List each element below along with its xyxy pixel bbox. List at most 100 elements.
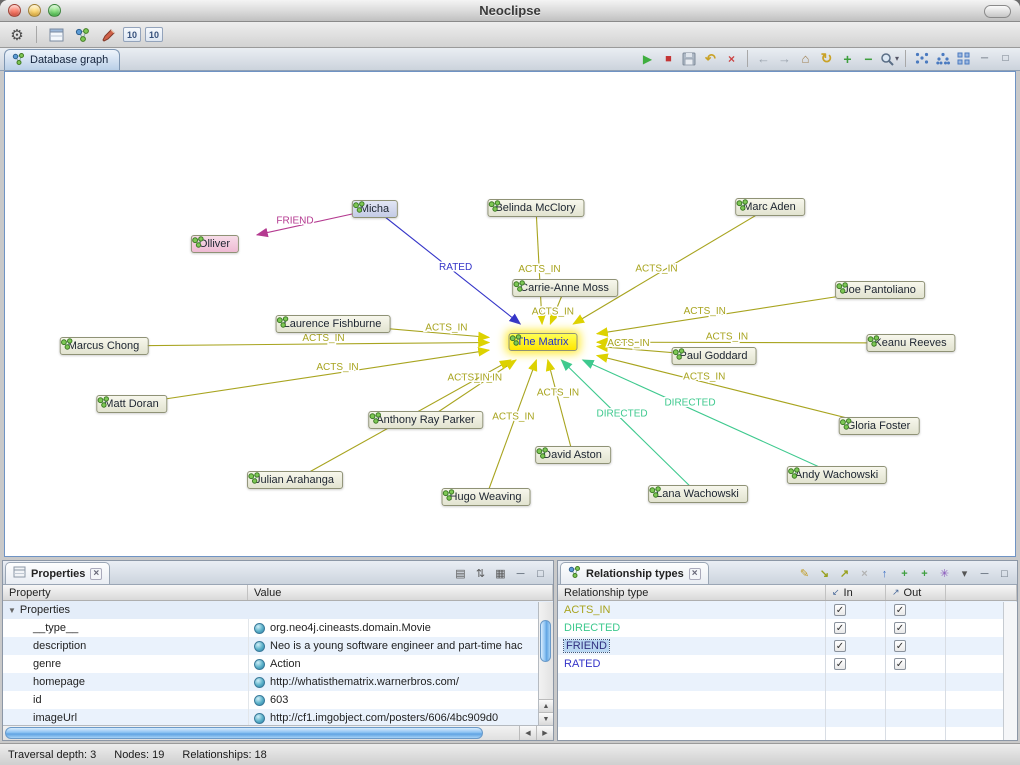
titlebar[interactable]: Neoclipse (0, 0, 1020, 22)
tree-mode-icon[interactable]: ▤ (452, 565, 469, 582)
horizontal-scrollbar[interactable]: ◀ ▶ (3, 725, 553, 740)
maximize-view-icon[interactable]: □ (996, 565, 1013, 582)
add-incoming-node-icon[interactable]: + (896, 565, 913, 582)
graph-node[interactable]: Matt Doran (96, 395, 167, 413)
property-row[interactable]: __type__org.neo4j.cineasts.domain.Movie (3, 619, 553, 637)
start-traversal-icon[interactable]: ▶ (638, 49, 657, 68)
spring-layout-icon[interactable] (912, 49, 931, 68)
graph-node[interactable]: Laurence Fishburne (276, 315, 391, 333)
column-header-in[interactable]: ↙In (826, 585, 886, 600)
checkbox[interactable]: ✓ (834, 658, 846, 670)
minimize-view-icon[interactable]: ─ (512, 565, 529, 582)
graph-node[interactable]: Belinda McClory (487, 199, 584, 217)
expander-icon[interactable]: ▼ (8, 606, 16, 615)
property-row[interactable]: id603 (3, 691, 553, 709)
column-header-relationship-type[interactable]: Relationship type (558, 585, 826, 600)
property-row[interactable]: descriptionNeo is a young software engin… (3, 637, 553, 655)
checkbox[interactable]: ✓ (894, 640, 906, 652)
graph-node[interactable]: Joe Pantoliano (835, 281, 925, 299)
column-header-out[interactable]: ↗Out (886, 585, 946, 600)
scrollbar-thumb[interactable] (5, 727, 483, 739)
graph-node[interactable]: Marc Aden (735, 198, 805, 216)
forward-icon[interactable]: → (775, 49, 794, 68)
radial-layout-icon[interactable] (954, 49, 973, 68)
column-header-value[interactable]: Value (248, 585, 553, 600)
minimize-view-icon[interactable]: ─ (976, 565, 993, 582)
relationship-row[interactable]: RATED✓✓ (558, 655, 1017, 673)
zoom-icon[interactable]: ▾ (880, 49, 899, 68)
graph-node[interactable]: Olliver (191, 235, 239, 253)
graph-node[interactable]: Andy Wachowski (787, 466, 887, 484)
launch-icon[interactable] (97, 24, 119, 46)
home-icon[interactable]: ⌂ (796, 49, 815, 68)
move-up-icon[interactable]: ↑ (876, 565, 893, 582)
relationship-row[interactable]: DIRECTED✓✓ (558, 619, 1017, 637)
scrollbar-track[interactable] (1003, 602, 1017, 740)
maximize-view-icon[interactable]: □ (996, 49, 1015, 68)
graph-node[interactable]: Lana Wachowski (648, 485, 748, 503)
graph-node[interactable]: Julian Arahanga (247, 471, 343, 489)
graph-canvas[interactable]: FRIENDRATEDACTS_INACTS_INACTS_INACTS_INA… (4, 71, 1016, 557)
close-view-icon[interactable]: × (689, 568, 701, 580)
add-incoming-icon[interactable]: ↘ (816, 565, 833, 582)
graph-node[interactable]: Hugo Weaving (442, 488, 531, 506)
columns-icon[interactable]: ▦ (492, 565, 509, 582)
decrease-depth-icon[interactable]: − (859, 49, 878, 68)
tree-row-properties[interactable]: ▼ Properties (3, 601, 553, 619)
add-outgoing-node-icon[interactable]: + (916, 565, 933, 582)
scroll-left-icon[interactable]: ◀ (519, 726, 536, 740)
preferences-icon[interactable]: ⚙ (6, 24, 28, 46)
increase-depth-icon[interactable]: + (838, 49, 857, 68)
view-menu-icon[interactable]: ▾ (956, 565, 973, 582)
checkbox[interactable]: ✓ (834, 604, 846, 616)
show-relationship-ids-icon[interactable]: 10 (145, 27, 163, 42)
property-row[interactable]: homepagehttp://whatisthematrix.warnerbro… (3, 673, 553, 691)
refresh-icon[interactable]: ↻ (817, 49, 836, 68)
sort-icon[interactable]: ⇅ (472, 565, 489, 582)
revert-icon[interactable]: ↶ (701, 49, 720, 68)
add-outgoing-icon[interactable]: ↗ (836, 565, 853, 582)
graph-node[interactable]: David Aston (535, 446, 611, 464)
stop-icon[interactable]: ■ (659, 49, 678, 68)
graph-node[interactable]: Marcus Chong (60, 337, 149, 355)
checkbox[interactable]: ✓ (894, 604, 906, 616)
new-relationship-type-icon[interactable]: ✳ (936, 565, 953, 582)
graph-node[interactable]: Paul Goddard (672, 347, 757, 365)
checkbox[interactable]: ✓ (894, 658, 906, 670)
vertical-scrollbar[interactable]: ▲ ▼ (538, 602, 553, 725)
relationship-row[interactable]: ACTS_IN✓✓ (558, 601, 1017, 619)
column-header-property[interactable]: Property (3, 585, 248, 600)
property-row[interactable]: genreAction (3, 655, 553, 673)
scroll-up-icon[interactable]: ▲ (539, 699, 553, 712)
close-view-icon[interactable]: × (90, 568, 102, 580)
clear-highlight-icon[interactable]: × (856, 565, 873, 582)
delete-icon[interactable]: × (722, 49, 741, 68)
graph-node[interactable]: Anthony Ray Parker (368, 411, 483, 429)
scrollbar-thumb[interactable] (540, 620, 551, 662)
back-icon[interactable]: ← (754, 49, 773, 68)
toolbar-toggle-button[interactable] (984, 5, 1011, 18)
save-icon[interactable] (680, 49, 699, 68)
relationship-row[interactable]: FRIEND✓✓ (558, 637, 1017, 655)
tab-properties[interactable]: Properties × (5, 562, 110, 584)
graph-node[interactable]: Micha (352, 200, 398, 218)
graph-node[interactable]: Gloria Foster (839, 417, 920, 435)
show-node-ids-icon[interactable]: 10 (123, 27, 141, 42)
minimize-window-button[interactable] (28, 4, 41, 17)
tab-relationship-types[interactable]: Relationship types × (560, 562, 709, 584)
maximize-view-icon[interactable]: □ (532, 565, 549, 582)
close-window-button[interactable] (8, 4, 21, 17)
graph-node[interactable]: The Matrix (509, 333, 578, 351)
zoom-window-button[interactable] (48, 4, 61, 17)
checkbox[interactable]: ✓ (834, 622, 846, 634)
scroll-down-icon[interactable]: ▼ (539, 712, 553, 725)
graph-view-icon[interactable] (71, 24, 93, 46)
grid-view-icon[interactable] (45, 24, 67, 46)
highlight-relationships-icon[interactable]: ✎ (796, 565, 813, 582)
scroll-right-icon[interactable]: ▶ (536, 726, 553, 740)
minimize-view-icon[interactable]: ─ (975, 49, 994, 68)
tab-database-graph[interactable]: Database graph (4, 49, 120, 70)
checkbox[interactable]: ✓ (834, 640, 846, 652)
checkbox[interactable]: ✓ (894, 622, 906, 634)
tree-layout-icon[interactable] (933, 49, 952, 68)
